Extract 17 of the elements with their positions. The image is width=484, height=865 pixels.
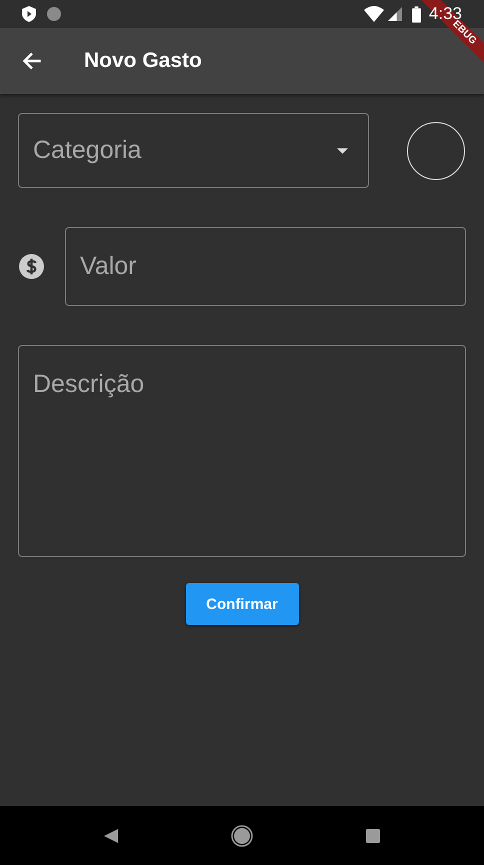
recents-icon[interactable] <box>365 828 381 844</box>
color-picker-circle[interactable] <box>407 122 465 180</box>
back-arrow-icon[interactable] <box>22 51 42 71</box>
battery-icon <box>412 6 421 22</box>
value-input-field[interactable]: Valor <box>65 227 466 306</box>
home-icon[interactable] <box>231 824 253 846</box>
category-dropdown[interactable]: Categoria <box>18 113 369 188</box>
confirm-button[interactable]: Confirmar <box>186 583 298 625</box>
caret-icon <box>337 148 348 154</box>
back-icon[interactable] <box>103 828 119 844</box>
screen-title: Novo Gasto <box>84 49 202 73</box>
shield-icon <box>22 6 36 22</box>
signal-icon <box>388 7 402 21</box>
dollar-icon <box>19 254 44 279</box>
description-input-field[interactable]: Descrição <box>18 345 466 557</box>
wifi-icon <box>364 6 384 22</box>
circle-icon <box>46 6 62 22</box>
